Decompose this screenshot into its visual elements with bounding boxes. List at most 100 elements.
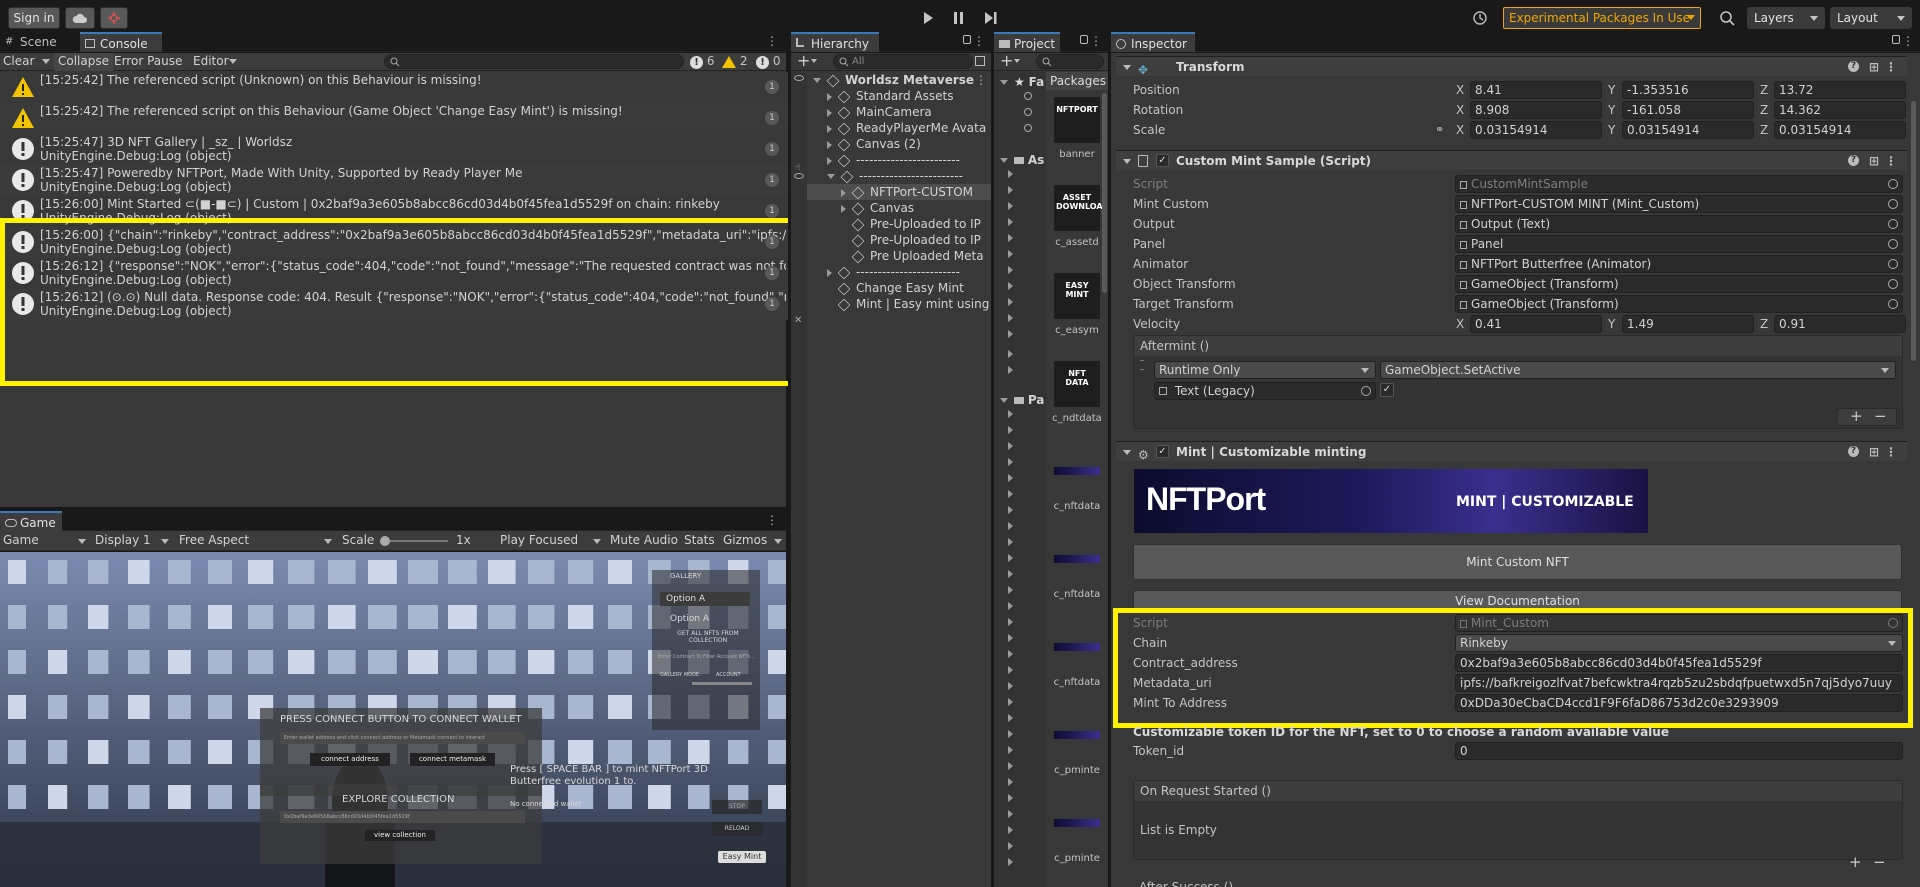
- chevron-right-icon[interactable]: [827, 268, 832, 277]
- game-viewport[interactable]: PRESS CONNECT BUTTON TO CONNECT WALLET E…: [0, 552, 786, 887]
- chevron-down-icon[interactable]: [811, 59, 817, 63]
- add-icon[interactable]: +: [797, 51, 810, 70]
- project-scrollbar[interactable]: [1102, 93, 1107, 293]
- chevron-right-icon[interactable]: [1008, 762, 1013, 770]
- lock-icon[interactable]: [963, 35, 971, 44]
- layers-dropdown[interactable]: Layers: [1747, 7, 1825, 29]
- hierarchy-item[interactable]: Pre-Uploaded to IP: [807, 216, 991, 232]
- project-search-input[interactable]: [1036, 54, 1104, 69]
- velocity-z-input[interactable]: 0.91: [1774, 315, 1906, 333]
- hierarchy-item[interactable]: ------------------------: [807, 264, 991, 280]
- hierarchy-item[interactable]: Pre-Uploaded to IP: [807, 232, 991, 248]
- chevron-right-icon[interactable]: [1008, 570, 1013, 578]
- hierarchy-item[interactable]: Change Easy Mint: [807, 280, 991, 296]
- console-log-row[interactable]: [15:25:47] 3D NFT Gallery | _sz_ | World…: [0, 134, 788, 165]
- mute-audio-toggle[interactable]: Mute Audio: [610, 533, 678, 547]
- object-reference-field[interactable]: GameObject (Transform): [1455, 295, 1903, 313]
- enabled-checkbox[interactable]: ✓: [1156, 445, 1169, 458]
- hierarchy-item[interactable]: Canvas (2): [807, 136, 991, 152]
- rotation-z-input[interactable]: 14.362: [1774, 101, 1906, 119]
- object-reference-field[interactable]: CustomMintSample: [1455, 175, 1903, 193]
- asset-thumbnail[interactable]: NFTPORT banner: [1046, 93, 1108, 179]
- object-picker-icon[interactable]: [1888, 179, 1898, 189]
- collection-address-input[interactable]: 0x2baf9a3e605b8abcc86cd03d4b0f45fea1d552…: [280, 811, 525, 823]
- lock-icon[interactable]: [1892, 35, 1900, 44]
- search-icon[interactable]: [1024, 92, 1032, 100]
- object-reference-field[interactable]: NFTPort Butterfree (Animator): [1455, 255, 1903, 273]
- warning-filter[interactable]: 2: [722, 54, 747, 68]
- hierarchy-item[interactable]: NFTPort-CUSTOM: [807, 184, 991, 200]
- connect-metamask-button[interactable]: connect metamask: [410, 753, 495, 766]
- object-picker-icon[interactable]: [1888, 299, 1898, 309]
- play-button[interactable]: [915, 7, 941, 29]
- preset-icon[interactable]: ⊞: [1869, 57, 1879, 77]
- pause-button[interactable]: [946, 7, 972, 29]
- game-mode-dropdown[interactable]: Game: [3, 533, 39, 547]
- add-icon[interactable]: +: [1000, 51, 1013, 70]
- asset-thumbnail[interactable]: c_pminte: [1046, 709, 1108, 795]
- chevron-right-icon[interactable]: [1008, 314, 1013, 322]
- chevron-right-icon[interactable]: [1008, 442, 1013, 450]
- chevron-right-icon[interactable]: [1008, 458, 1013, 466]
- gizmos-dropdown[interactable]: Gizmos: [723, 533, 767, 547]
- console-search-input[interactable]: [384, 54, 684, 69]
- chevron-right-icon[interactable]: [1008, 522, 1013, 530]
- drag-handle-icon[interactable]: [1140, 360, 1144, 370]
- kebab-menu-icon[interactable]: ⋮: [1885, 442, 1897, 462]
- error-pause-toggle[interactable]: Error Pause: [114, 54, 182, 68]
- position-y-input[interactable]: -1.353516: [1622, 81, 1754, 99]
- chevron-right-icon[interactable]: [1008, 602, 1013, 610]
- axis-x-label[interactable]: X: [1456, 101, 1464, 119]
- packages-folder[interactable]: Pa: [1000, 392, 1044, 408]
- rotation-x-input[interactable]: 8.908: [1470, 101, 1602, 119]
- chevron-right-icon[interactable]: [1008, 554, 1013, 562]
- preset-icon[interactable]: ⊞: [1869, 442, 1879, 462]
- stats-toggle[interactable]: Stats: [684, 533, 715, 547]
- pick-icon[interactable]: ☝: [795, 163, 800, 173]
- asset-thumbnail[interactable]: c_nftdata: [1046, 621, 1108, 707]
- axis-y-label[interactable]: Y: [1608, 101, 1615, 119]
- search-icon[interactable]: [1024, 124, 1032, 132]
- asset-thumbnail[interactable]: c_pminte: [1046, 797, 1108, 883]
- chevron-right-icon[interactable]: [1008, 858, 1013, 866]
- axis-y-label[interactable]: Y: [1608, 81, 1615, 99]
- chevron-right-icon[interactable]: [1008, 618, 1013, 626]
- kebab-menu-icon[interactable]: ⋮: [975, 72, 987, 88]
- position-z-input[interactable]: 13.72: [1774, 81, 1906, 99]
- chevron-right-icon[interactable]: [1008, 778, 1013, 786]
- lock-icon[interactable]: [1080, 35, 1088, 44]
- chevron-right-icon[interactable]: [1008, 714, 1013, 722]
- remove-icon[interactable]: −: [1873, 853, 1886, 871]
- mint-custom-nft-button[interactable]: Mint Custom NFT: [1133, 544, 1902, 580]
- error-filter[interactable]: ! 0: [756, 54, 780, 69]
- chevron-right-icon[interactable]: [1008, 746, 1013, 754]
- chevron-right-icon[interactable]: [1008, 506, 1013, 514]
- hidden-icon[interactable]: ✕: [794, 315, 802, 326]
- hierarchy-item[interactable]: Worldsz Metaverse ⋮: [807, 72, 991, 88]
- console-log-row[interactable]: [15:25:47] Poweredby NFTPort, Made With …: [0, 165, 788, 196]
- help-icon[interactable]: ?: [1848, 446, 1859, 457]
- eye-icon[interactable]: [794, 173, 804, 179]
- chevron-right-icon[interactable]: [841, 188, 846, 197]
- asset-thumbnail[interactable]: ASSET DOWNLOA c_assetd: [1046, 181, 1108, 267]
- chevron-right-icon[interactable]: [1008, 426, 1013, 434]
- add-icon[interactable]: +: [1849, 853, 1862, 871]
- chevron-right-icon[interactable]: [1008, 650, 1013, 658]
- tab-hierarchy[interactable]: Hierarchy: [791, 32, 879, 52]
- clear-options-icon[interactable]: [42, 59, 50, 64]
- chevron-right-icon[interactable]: [1008, 186, 1013, 194]
- inspector-scrollbar[interactable]: [1911, 101, 1916, 361]
- position-x-input[interactable]: 8.41: [1470, 81, 1602, 99]
- chevron-right-icon[interactable]: [1008, 490, 1013, 498]
- chevron-right-icon[interactable]: [1008, 538, 1013, 546]
- search-icon[interactable]: [1024, 108, 1032, 116]
- kebab-menu-icon[interactable]: ⋮: [766, 513, 778, 527]
- axis-z-label[interactable]: Z: [1760, 81, 1768, 99]
- collab-button[interactable]: [100, 7, 128, 29]
- chevron-right-icon[interactable]: [1008, 330, 1013, 338]
- kebab-menu-icon[interactable]: ⋮: [1885, 151, 1897, 171]
- chevron-right-icon[interactable]: [827, 140, 832, 149]
- tab-game[interactable]: Game: [0, 511, 62, 531]
- axis-y-label[interactable]: Y: [1608, 315, 1615, 333]
- experimental-packages-dropdown[interactable]: Experimental Packages In Use: [1503, 7, 1701, 29]
